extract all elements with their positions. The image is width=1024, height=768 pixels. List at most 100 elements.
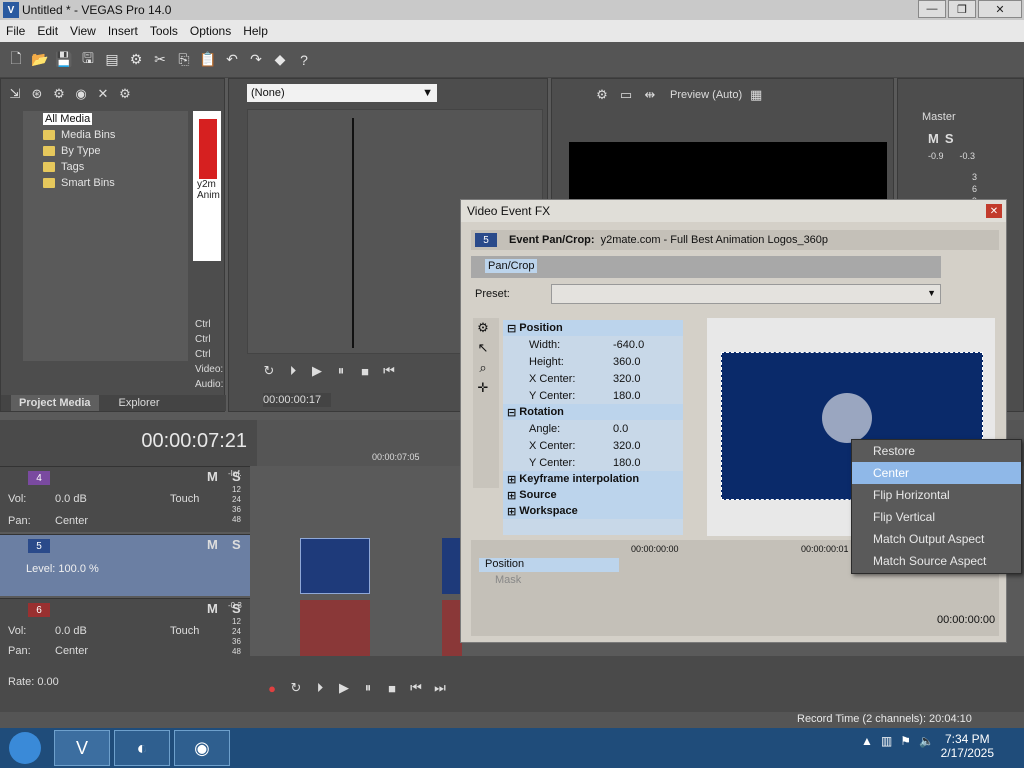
record-icon[interactable]: ●	[262, 678, 282, 698]
open-icon[interactable]: 📂	[30, 50, 50, 70]
copy-icon[interactable]: ⎘	[174, 50, 194, 70]
new-icon[interactable]: 🗋	[6, 50, 26, 70]
close-button[interactable]: ✕	[978, 0, 1022, 18]
video-event-clip-2[interactable]	[442, 538, 462, 594]
menu-edit[interactable]: Edit	[31, 24, 64, 38]
preset-dropdown[interactable]: ▼	[551, 284, 941, 304]
transport-pause-icon[interactable]: ⏸	[358, 678, 378, 698]
minimize-button[interactable]: —	[918, 0, 946, 18]
track-6-touch[interactable]: Touch	[170, 625, 199, 637]
split-screen-icon[interactable]: ⇹	[640, 85, 660, 105]
preview-quality-dropdown[interactable]: Preview (Auto)	[670, 89, 742, 101]
tree-all-media[interactable]: All Media	[23, 111, 188, 127]
external-monitor-icon[interactable]: ▭	[616, 85, 636, 105]
taskbar-firefox[interactable]: ◉	[174, 730, 230, 766]
ctx-flip-vertical[interactable]: Flip Vertical	[852, 506, 1021, 528]
transport-stop-icon[interactable]: ■	[382, 678, 402, 698]
audio-event-clip-2[interactable]	[442, 600, 462, 656]
tree-smart-bins[interactable]: Smart Bins	[23, 175, 188, 191]
media-thumbnail[interactable]: y2m Anim	[193, 111, 221, 261]
prop-height[interactable]: Height: 360.0	[503, 353, 683, 370]
paste-icon[interactable]: 📋	[198, 50, 218, 70]
section-rotation[interactable]: ⊟ Rotation	[503, 404, 683, 420]
menu-help[interactable]: Help	[237, 24, 274, 38]
whats-this-icon[interactable]: ?	[294, 50, 314, 70]
tray-flag-icon[interactable]: ⚑	[900, 734, 911, 748]
audio-event-clip[interactable]	[300, 600, 370, 656]
tray-clock[interactable]: 7:34 PM 2/17/2025	[941, 732, 994, 760]
master-mute-button[interactable]: M	[928, 131, 939, 146]
track-header-6[interactable]: 6 M S Vol: 0.0 dB Touch Pan: Center -0.3…	[0, 598, 250, 657]
taskbar-app-2[interactable]: ◐	[114, 730, 170, 766]
prop-rot-y-center[interactable]: Y Center: 180.0	[503, 454, 683, 471]
loop-icon[interactable]: ↻	[259, 361, 279, 381]
video-event-clip[interactable]	[300, 538, 370, 594]
tray-volume-icon[interactable]: 🔈	[919, 734, 934, 748]
maximize-button[interactable]: ❐	[948, 0, 976, 18]
import-media-icon[interactable]: ⇲	[5, 84, 25, 104]
start-button[interactable]	[0, 728, 50, 768]
section-keyframe-interpolation[interactable]: ⊞ Keyframe interpolation	[503, 471, 683, 487]
menu-tools[interactable]: Tools	[144, 24, 184, 38]
menu-options[interactable]: Options	[184, 24, 237, 38]
properties-icon[interactable]: ⚙	[126, 50, 146, 70]
overlays-icon[interactable]: ▦	[746, 85, 766, 105]
kf-track-position[interactable]: Position	[479, 558, 619, 572]
section-workspace[interactable]: ⊞ Workspace	[503, 503, 683, 519]
normal-edit-tool-icon[interactable]: ↖	[473, 338, 493, 358]
tab-explorer[interactable]: Explorer	[111, 395, 168, 411]
track-6-mute[interactable]: M	[207, 601, 218, 616]
prev-frame-icon[interactable]: ⏮	[379, 361, 399, 381]
kf-mask-label[interactable]: Mask	[495, 574, 521, 586]
dialog-close-button[interactable]: ✕	[986, 204, 1002, 218]
stop-icon[interactable]: ■	[355, 361, 375, 381]
cut-icon[interactable]: ✂	[150, 50, 170, 70]
menu-file[interactable]: File	[0, 24, 31, 38]
tree-media-bins[interactable]: Media Bins	[23, 127, 188, 143]
play-start-icon[interactable]: ⏵	[283, 361, 303, 381]
fx-chain-pan-crop[interactable]: Pan/Crop	[485, 259, 538, 273]
transport-play-icon[interactable]: ▶	[334, 678, 354, 698]
track-5-solo[interactable]: S	[232, 537, 241, 552]
track-4-touch[interactable]: Touch	[170, 493, 199, 505]
track-header-5[interactable]: 5 M S Level: 100.0 %	[0, 534, 250, 596]
render-icon[interactable]: ▤	[102, 50, 122, 70]
tray-network-icon[interactable]: ▥	[881, 734, 892, 748]
taskbar-vegas[interactable]: V	[54, 730, 110, 766]
go-start-icon[interactable]: ⏮	[406, 678, 426, 698]
ctx-flip-horizontal[interactable]: Flip Horizontal	[852, 484, 1021, 506]
remove-icon[interactable]: ✕	[93, 84, 113, 104]
web-icon[interactable]: ◉	[71, 84, 91, 104]
track-header-4[interactable]: 4 M S Vol: 0.0 dB Touch Pan: Center -Inf…	[0, 466, 250, 532]
capture-icon[interactable]: ⊛	[27, 84, 47, 104]
loop-playback-icon[interactable]: ↻	[286, 678, 306, 698]
section-source[interactable]: ⊞ Source	[503, 487, 683, 503]
tree-by-type[interactable]: By Type	[23, 143, 188, 159]
master-solo-button[interactable]: S	[945, 131, 954, 146]
save-as-icon[interactable]: 🖫	[78, 50, 98, 70]
move-tool-icon[interactable]: ✛	[473, 378, 493, 398]
ctx-match-output-aspect[interactable]: Match Output Aspect	[852, 528, 1021, 550]
trimmer-dropdown[interactable]: (None) ▼	[247, 84, 437, 102]
tab-project-media[interactable]: Project Media	[11, 395, 99, 411]
play-icon[interactable]: ▶	[307, 361, 327, 381]
track-5-mute[interactable]: M	[207, 537, 218, 552]
zoom-tool-icon[interactable]: ⌕	[473, 358, 493, 378]
media-fx-icon[interactable]: ⚙	[49, 84, 69, 104]
undo-icon[interactable]: ↶	[222, 50, 242, 70]
save-icon[interactable]: 💾	[54, 50, 74, 70]
event-fx-icon[interactable]: ◆	[270, 50, 290, 70]
track-4-mute[interactable]: M	[207, 469, 218, 484]
menu-insert[interactable]: Insert	[102, 24, 144, 38]
prop-angle[interactable]: Angle: 0.0	[503, 420, 683, 437]
prop-x-center[interactable]: X Center: 320.0	[503, 370, 683, 387]
redo-icon[interactable]: ↷	[246, 50, 266, 70]
pan-crop-settings-icon[interactable]: ⚙	[473, 318, 493, 338]
ctx-restore[interactable]: Restore	[852, 440, 1021, 462]
settings-icon[interactable]: ⚙	[115, 84, 135, 104]
pause-icon[interactable]: ⏸	[331, 361, 351, 381]
play-from-start-icon[interactable]: ⏵	[310, 678, 330, 698]
prop-rot-x-center[interactable]: X Center: 320.0	[503, 437, 683, 454]
ctx-center[interactable]: Center	[852, 462, 1021, 484]
menu-view[interactable]: View	[64, 24, 102, 38]
